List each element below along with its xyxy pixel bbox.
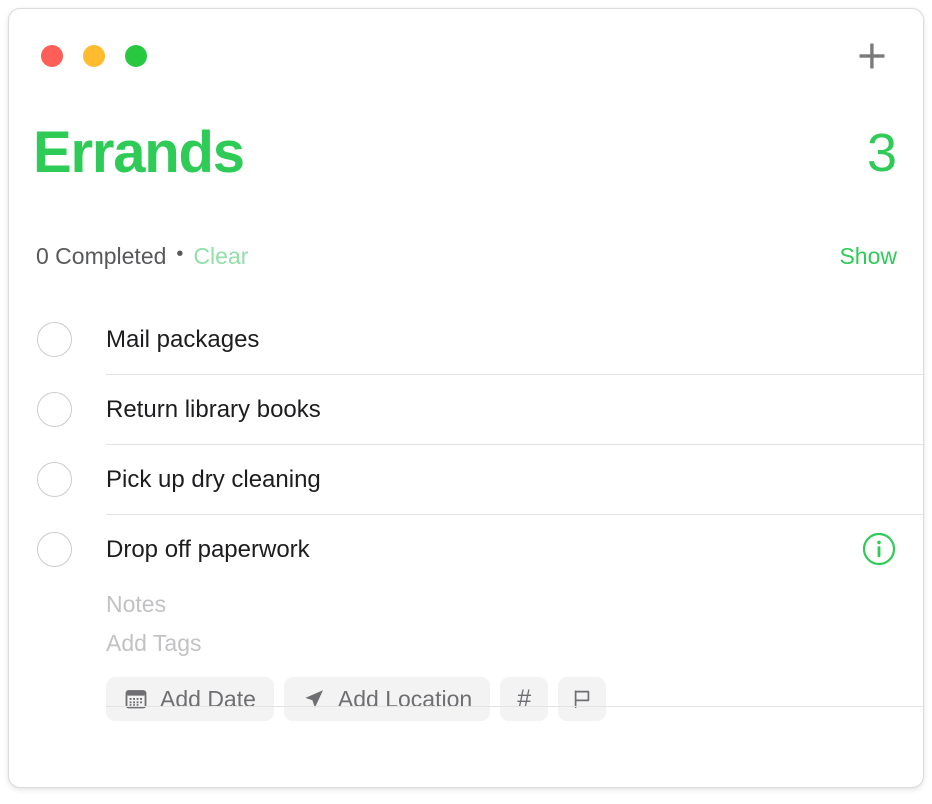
show-completed-button[interactable]: Show <box>839 241 897 271</box>
completed-group: 0 Completed • Clear <box>36 241 248 271</box>
remaining-count: 3 <box>866 123 897 183</box>
separator-dot: • <box>176 243 184 265</box>
reminder-row-main[interactable]: Drop off paperwork <box>9 515 923 585</box>
title-bar <box>9 9 923 89</box>
detail-action-bar: Add Date Add Location # <box>106 677 923 741</box>
reminder-row-main[interactable]: Mail packages <box>9 305 923 375</box>
table-row[interactable]: Mail packages <box>9 305 923 375</box>
reminder-title[interactable]: Mail packages <box>106 305 259 375</box>
completed-count-label: 0 Completed <box>36 243 167 269</box>
notes-field[interactable]: Notes <box>106 585 923 624</box>
add-tag-button[interactable]: # <box>500 677 549 721</box>
traffic-light-controls <box>41 45 147 67</box>
row-divider <box>106 706 923 707</box>
minimize-window-icon[interactable] <box>83 45 105 67</box>
close-window-icon[interactable] <box>41 45 63 67</box>
reminder-checkbox[interactable] <box>37 322 72 357</box>
calendar-icon <box>124 687 148 711</box>
reminder-row-main[interactable]: Return library books <box>9 375 923 445</box>
reminders-window: Errands 3 0 Completed • Clear Show Mail … <box>8 8 924 788</box>
clear-completed-button[interactable]: Clear <box>193 241 248 271</box>
page-title: Errands <box>33 120 245 185</box>
flag-button[interactable] <box>558 677 607 721</box>
add-date-button[interactable]: Add Date <box>106 677 274 721</box>
reminder-title[interactable]: Drop off paperwork <box>106 515 310 585</box>
add-location-label: Add Location <box>337 685 473 712</box>
reminder-checkbox[interactable] <box>37 532 72 567</box>
add-reminder-button[interactable] <box>853 37 891 75</box>
tags-field[interactable]: Add Tags <box>106 624 923 663</box>
table-row-expanded[interactable]: Drop off paperwork Notes Add Tags Add Da… <box>9 515 923 741</box>
reminder-info-button[interactable] <box>862 532 896 566</box>
screen: Errands 3 0 Completed • Clear Show Mail … <box>0 0 932 804</box>
reminder-row-main[interactable]: Pick up dry cleaning <box>9 445 923 515</box>
list-subheader: 0 Completed • Clear Show <box>9 241 923 285</box>
table-row[interactable]: Return library books <box>9 375 923 445</box>
reminder-checkbox[interactable] <box>37 392 72 427</box>
plus-icon <box>857 41 887 71</box>
info-circle-icon <box>862 532 896 566</box>
list-header: Errands 3 <box>9 115 923 201</box>
table-row[interactable]: Pick up dry cleaning <box>9 445 923 515</box>
flag-icon <box>570 687 594 711</box>
reminders-list: Mail packages Return library books Pick … <box>9 305 923 741</box>
location-arrow-icon <box>302 687 326 711</box>
reminder-title[interactable]: Pick up dry cleaning <box>106 445 321 515</box>
reminder-detail-panel: Notes Add Tags Add Date Add Location # <box>9 585 923 741</box>
maximize-window-icon[interactable] <box>125 45 147 67</box>
hashtag-icon: # <box>517 684 532 713</box>
reminder-title[interactable]: Return library books <box>106 375 321 445</box>
add-date-label: Add Date <box>160 685 256 712</box>
add-location-button[interactable]: Add Location <box>283 677 491 721</box>
reminder-checkbox[interactable] <box>37 462 72 497</box>
